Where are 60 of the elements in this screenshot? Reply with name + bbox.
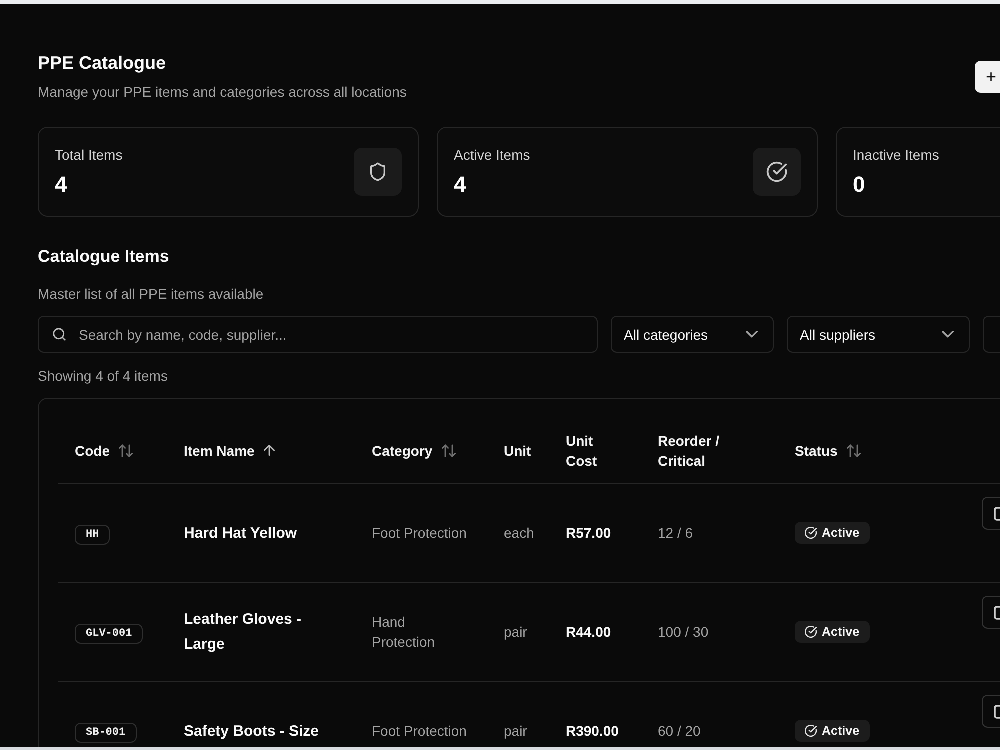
section-subtitle: Master list of all PPE items available	[38, 285, 265, 304]
action-button[interactable]	[982, 695, 1000, 728]
check-circle-icon	[805, 626, 817, 638]
stat-value: 0	[853, 171, 866, 199]
unit-cost: R57.00	[566, 525, 612, 541]
filter-select[interactable]: All categories	[611, 316, 774, 353]
chevron-down-icon	[942, 331, 954, 338]
sort-icon[interactable]	[119, 444, 133, 458]
square-outline-icon	[994, 704, 1000, 718]
shield-icon	[354, 148, 402, 196]
column-header: Reorder / Critical	[658, 432, 720, 470]
item-name: Hard Hat Yellow	[184, 524, 298, 544]
chevron-down-icon	[746, 331, 758, 338]
item-category: Hand Protection	[372, 613, 436, 652]
item-unit: each	[504, 524, 534, 543]
search-field[interactable]: Search by name, code, supplier...	[38, 316, 598, 353]
item-unit: pair	[504, 623, 528, 642]
section-title: Catalogue Items	[38, 246, 170, 268]
stat-label: Total Items	[55, 146, 123, 165]
action-button[interactable]	[982, 497, 1000, 530]
page-subtitle: Manage your PPE items and categories across all locations	[38, 83, 407, 102]
status-label: Active	[822, 624, 860, 641]
item-name: Safety Boots - Size	[184, 722, 320, 742]
reorder-critical: 12 / 6	[658, 524, 694, 543]
reorder-critical: 60 / 20	[658, 722, 701, 741]
column-header[interactable]: Status	[795, 440, 838, 460]
item-category: Foot Protection	[372, 524, 467, 543]
stat-value: 4	[454, 171, 468, 199]
square-outline-icon	[994, 506, 1000, 520]
status-label: Active	[822, 525, 860, 542]
column-header[interactable]: Code	[75, 440, 110, 460]
reorder-critical: 100 / 30	[658, 623, 709, 642]
sort-ascending-icon[interactable]	[264, 444, 275, 457]
item-category: Foot Protection	[372, 722, 467, 741]
unit-cost: R390.00	[566, 723, 619, 739]
column-header[interactable]: Item Name	[184, 440, 255, 460]
unit-cost: R44.00	[566, 624, 612, 640]
filter-select[interactable]: All suppliers	[787, 316, 970, 353]
sort-icon[interactable]	[846, 444, 861, 458]
search-icon	[52, 327, 67, 342]
check-circle-icon	[805, 725, 817, 737]
stat-label: Inactive Items	[853, 146, 940, 165]
status-label: Active	[822, 723, 860, 740]
column-header: Unit Cost	[566, 432, 598, 470]
sort-icon[interactable]	[442, 444, 456, 458]
item-name: Leather Gloves - Large	[184, 610, 303, 655]
column-header: Unit	[504, 442, 532, 460]
item-unit: pair	[504, 722, 528, 741]
item-code: GLV-001	[75, 624, 144, 644]
check-circle-icon	[805, 527, 817, 539]
add-button[interactable]: +	[975, 60, 1000, 92]
page-title: PPE Catalogue	[38, 52, 168, 75]
square-outline-icon	[994, 606, 1000, 620]
stat-label: Active Items	[454, 146, 530, 165]
stat-value: 4	[55, 171, 68, 199]
column-header[interactable]: Category	[372, 440, 433, 460]
result-count: Showing 4 of 4 items	[38, 367, 169, 386]
action-button[interactable]	[982, 596, 1000, 629]
item-code: SB-001	[75, 722, 137, 742]
item-code: HH	[75, 524, 110, 544]
